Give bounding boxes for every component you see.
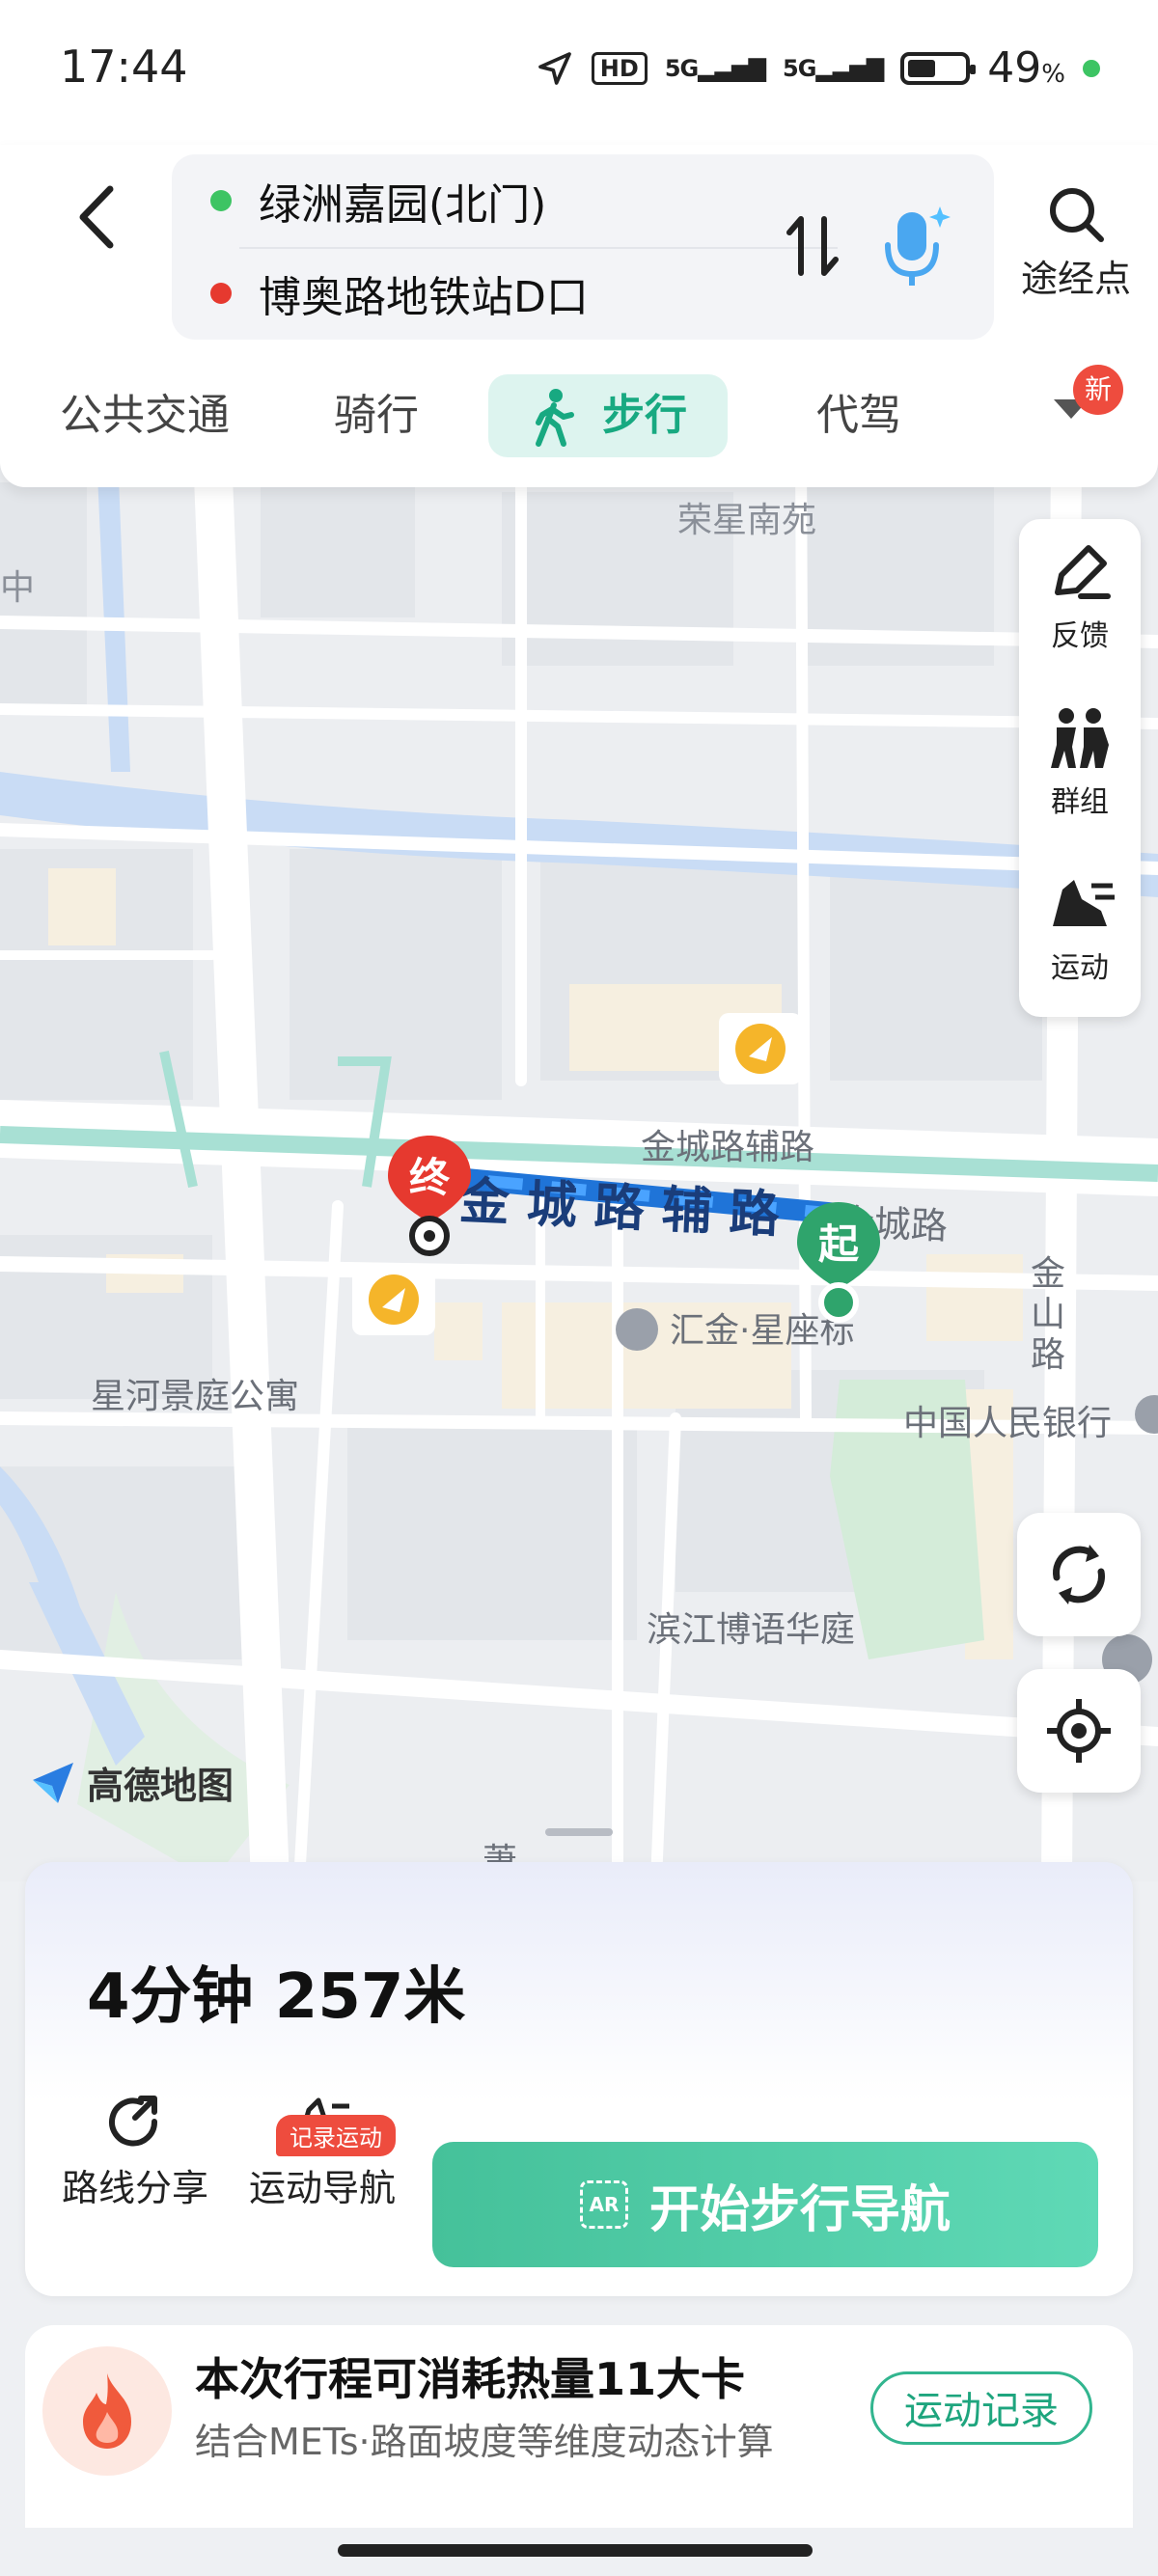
- map-label: 中: [0, 568, 36, 608]
- tab-transit[interactable]: 公共交通: [39, 374, 251, 457]
- search-icon: [1050, 188, 1104, 242]
- start-walk-navigation-button[interactable]: AR 开始步行导航: [432, 2142, 1098, 2267]
- status-bar: 17:44 HD 5G▂▃▅▇ 5G▂▃▅▇ 49%: [0, 0, 1158, 145]
- group-icon: [1051, 708, 1109, 768]
- route-summary-card: 4分钟 257米 路线分享 运动导航 记录运动 AR 开始步行导航: [25, 1862, 1133, 2296]
- refresh-route-button[interactable]: [1017, 1513, 1141, 1636]
- privacy-dot-icon: [1083, 59, 1100, 77]
- drag-handle[interactable]: [545, 1828, 613, 1836]
- coin-marker-icon: [719, 1013, 802, 1084]
- calorie-title: 本次行程可消耗热量11大卡: [195, 2353, 746, 2405]
- calorie-subtitle: 结合METs·路面坡度等维度动态计算: [195, 2421, 774, 2463]
- map-brand: 高德地图: [29, 1756, 234, 1809]
- chevron-left-icon: [79, 185, 114, 249]
- locate-icon: [1047, 1699, 1111, 1763]
- map-view[interactable]: 荣星南苑 中 金城路辅路 金城路辅路 金城路 汇金·星座标 星河景庭公寓 金山路…: [0, 453, 1158, 1881]
- sport-button[interactable]: 运动: [1019, 872, 1141, 1017]
- destination-text: 博奥路地铁站D口: [259, 273, 589, 322]
- share-route-button[interactable]: 路线分享: [60, 2096, 210, 2211]
- record-sport-badge: 记录运动: [276, 2115, 396, 2156]
- map-label: 荣星南苑: [677, 501, 817, 540]
- location-icon: [538, 51, 571, 85]
- swap-button[interactable]: [780, 207, 847, 299]
- destination-field[interactable]: 博奥路地铁站D口: [210, 247, 589, 340]
- ar-icon: AR: [579, 2180, 628, 2229]
- start-marker[interactable]: 起: [795, 1200, 882, 1329]
- refresh-icon: [1053, 1545, 1105, 1604]
- start-navigation-label: 开始步行导航: [648, 2180, 951, 2239]
- sport-navigation-button[interactable]: 运动导航: [245, 2097, 400, 2211]
- amap-logo-icon: [33, 1762, 73, 1803]
- destination-dot-icon: [210, 283, 232, 304]
- group-button[interactable]: 群组: [1019, 706, 1141, 851]
- route-time-distance: 4分钟 257米: [87, 1961, 466, 2033]
- fire-icon-wrap: [42, 2346, 172, 2476]
- share-icon: [109, 2096, 158, 2147]
- origin-field[interactable]: 绿洲嘉园(北门): [210, 154, 546, 247]
- battery-icon: [900, 51, 977, 85]
- route-road-label: 金城路辅路: [457, 1172, 798, 1246]
- signal-icon-2: 5G▂▃▅▇: [783, 54, 884, 82]
- map-label: 中国人民银行: [903, 1404, 1113, 1443]
- travel-mode-tabs: 公共交通 骑行 步行 代驾: [0, 367, 1158, 463]
- fire-icon: [83, 2373, 131, 2449]
- route-header: 绿洲嘉园(北门) 博奥路地铁站D口 途经点 公共交通 骑行 步行 代驾 新: [0, 145, 1158, 487]
- walking-person-icon: [536, 389, 574, 447]
- coin-marker-icon-2: [352, 1264, 435, 1335]
- microphone-icon: [885, 206, 951, 286]
- origin-text: 绿洲嘉园(北门): [259, 180, 547, 230]
- status-time: 17:44: [60, 41, 188, 93]
- end-marker[interactable]: 终: [386, 1134, 473, 1263]
- map-tools-panel: 反馈 群组 运动: [1019, 519, 1141, 1017]
- map-label: 星河景庭公寓: [91, 1377, 300, 1416]
- signal-icon: 5G▂▃▅▇: [664, 54, 766, 82]
- map-label: 滨江博语华庭: [647, 1610, 856, 1650]
- waypoint-button[interactable]: 途经点: [1013, 183, 1139, 302]
- pencil-icon: [1055, 545, 1111, 599]
- feedback-button[interactable]: 反馈: [1019, 540, 1141, 685]
- map-label: 金山路: [1031, 1254, 1066, 1375]
- running-shoe-icon: [1053, 880, 1115, 926]
- end-marker-label: 终: [408, 1154, 450, 1201]
- new-badge: 新: [1073, 365, 1123, 415]
- status-indicators: HD 5G▂▃▅▇ 5G▂▃▅▇ 49%: [536, 43, 1100, 93]
- start-marker-label: 起: [817, 1220, 859, 1268]
- origin-dot-icon: [210, 190, 232, 211]
- map-label: 金城路辅路: [641, 1128, 815, 1167]
- home-indicator[interactable]: [338, 2544, 813, 2557]
- route-input-box: 绿洲嘉园(北门) 博奥路地铁站D口: [172, 154, 994, 340]
- sport-record-button[interactable]: 运动记录: [870, 2371, 1092, 2445]
- hd-badge: HD: [591, 51, 648, 85]
- waypoint-label: 途经点: [1020, 258, 1131, 300]
- locate-me-button[interactable]: [1017, 1669, 1141, 1793]
- swap-arrows-icon: [786, 216, 839, 276]
- tab-walking[interactable]: 步行: [488, 374, 728, 457]
- voice-input-button[interactable]: [878, 203, 951, 289]
- battery-level: 49: [987, 43, 1042, 93]
- tab-cycling[interactable]: 骑行: [299, 374, 454, 457]
- back-button[interactable]: [68, 174, 125, 260]
- tab-chauffeur[interactable]: 代驾: [791, 374, 926, 457]
